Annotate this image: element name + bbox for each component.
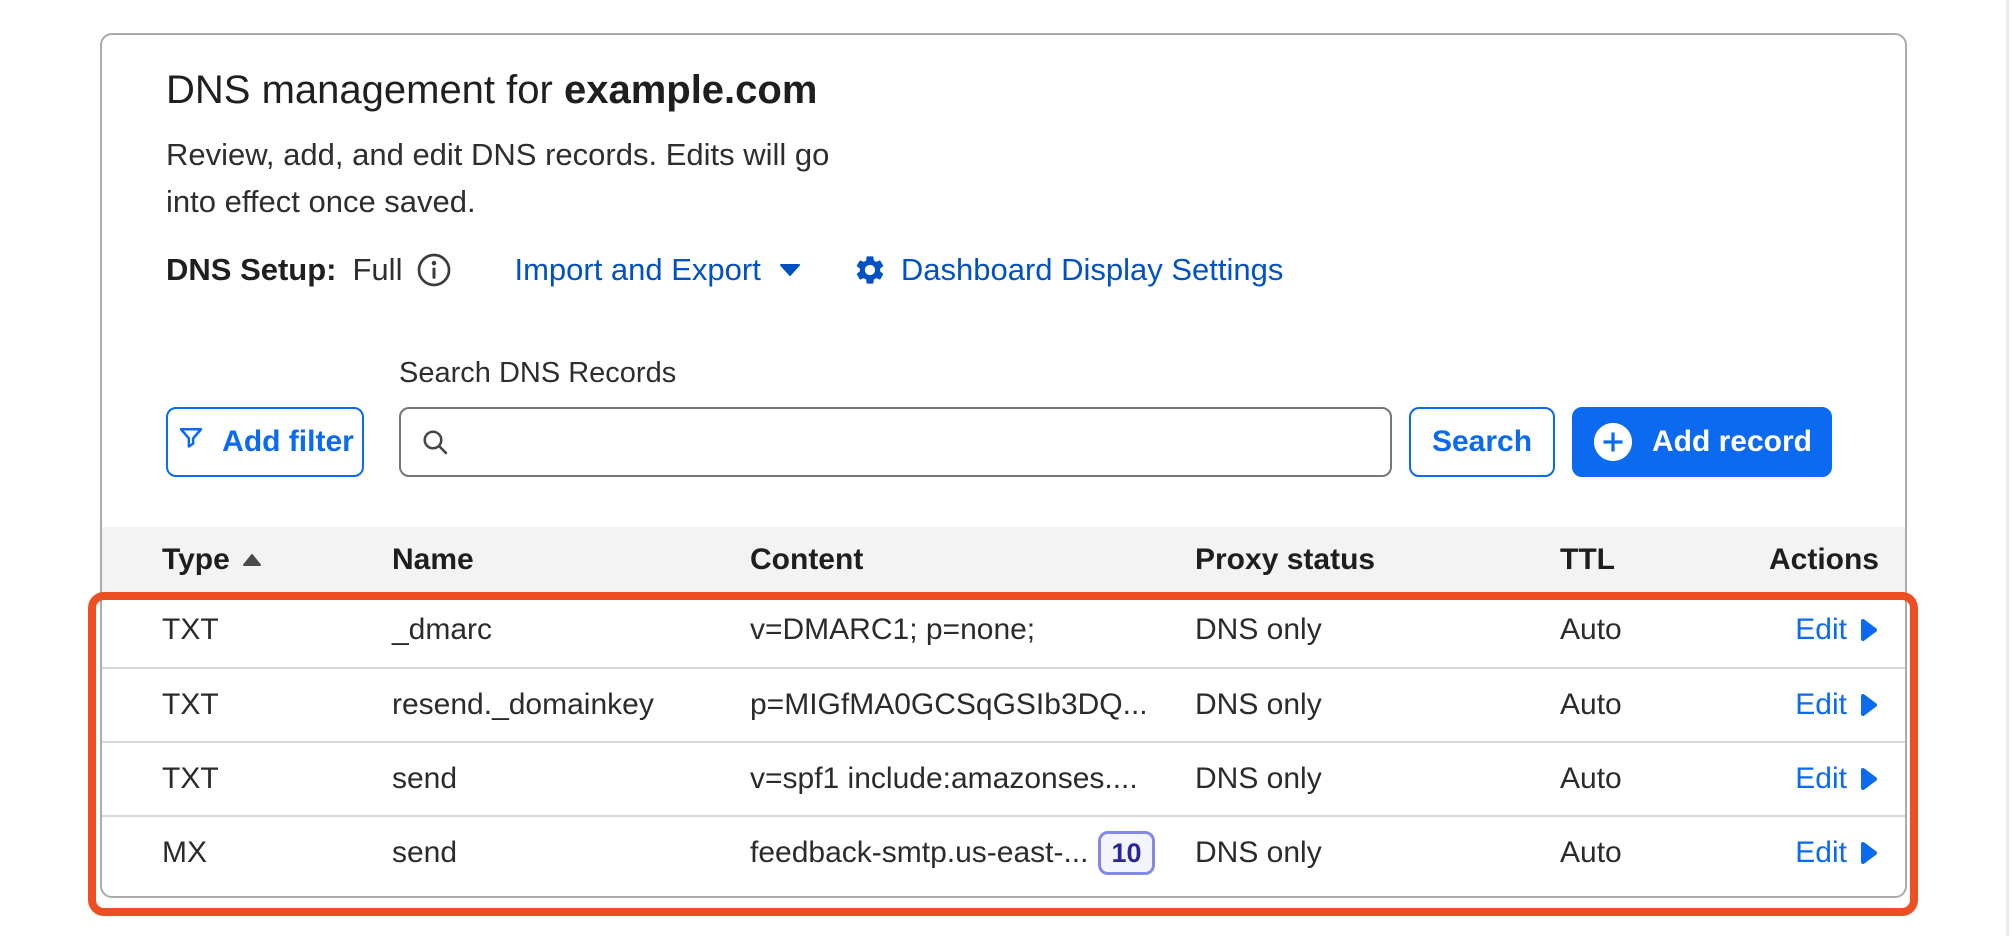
dns-setup-label: DNS Setup: bbox=[166, 252, 337, 288]
record-name: resend._domainkey bbox=[392, 688, 750, 722]
table-body: TXT _dmarc v=DMARC1; p=none; DNS only Au… bbox=[102, 593, 1905, 889]
record-content-text: feedback-smtp.us-east-... bbox=[750, 836, 1088, 870]
record-content-text: v=DMARC1; p=none; bbox=[750, 613, 1035, 647]
column-header-proxy-status: Proxy status bbox=[1195, 543, 1560, 577]
page-right-edge-divider bbox=[2006, 0, 2009, 936]
dns-management-page: DNS management for example.com Review, a… bbox=[0, 0, 2012, 936]
dns-management-card: DNS management for example.com Review, a… bbox=[100, 33, 1907, 898]
search-button[interactable]: Search bbox=[1409, 407, 1555, 477]
edit-arrow-icon bbox=[1859, 692, 1879, 718]
record-name: _dmarc bbox=[392, 613, 750, 647]
info-circle-icon[interactable] bbox=[416, 252, 452, 288]
page-title: DNS management for example.com bbox=[166, 65, 817, 115]
column-header-ttl: TTL bbox=[1560, 543, 1762, 577]
column-header-content: Content bbox=[750, 543, 1195, 577]
priority-badge: 10 bbox=[1098, 831, 1154, 875]
record-content: p=MIGfMA0GCSqGSIb3DQ... bbox=[750, 688, 1195, 722]
edit-label: Edit bbox=[1795, 688, 1847, 722]
record-proxy-status: DNS only bbox=[1195, 836, 1560, 870]
record-proxy-status: DNS only bbox=[1195, 688, 1560, 722]
edit-label: Edit bbox=[1795, 836, 1847, 870]
add-filter-button[interactable]: Add filter bbox=[166, 407, 364, 477]
edit-arrow-icon bbox=[1859, 840, 1879, 866]
search-button-label: Search bbox=[1432, 425, 1532, 459]
record-ttl: Auto bbox=[1560, 613, 1762, 647]
dns-records-table: Type Name Content Proxy status TTL Actio… bbox=[102, 527, 1905, 889]
table-row: TXT resend._domainkey p=MIGfMA0GCSqGSIb3… bbox=[102, 667, 1905, 741]
filter-icon bbox=[176, 423, 206, 461]
table-row: TXT send v=spf1 include:amazonses.... DN… bbox=[102, 741, 1905, 815]
record-name: send bbox=[392, 762, 750, 796]
edit-record-link[interactable]: Edit bbox=[1795, 613, 1879, 647]
edit-record-link[interactable]: Edit bbox=[1795, 762, 1879, 796]
table-row: MX send feedback-smtp.us-east-... 10 DNS… bbox=[102, 815, 1905, 889]
record-ttl: Auto bbox=[1560, 836, 1762, 870]
dashboard-display-settings-label: Dashboard Display Settings bbox=[901, 252, 1284, 288]
record-type: TXT bbox=[102, 613, 392, 647]
add-record-button[interactable]: Add record bbox=[1572, 407, 1832, 477]
edit-arrow-icon bbox=[1859, 766, 1879, 792]
page-title-prefix: DNS management for bbox=[166, 68, 564, 112]
dns-setup-value: Full bbox=[353, 252, 403, 288]
record-proxy-status: DNS only bbox=[1195, 762, 1560, 796]
edit-label: Edit bbox=[1795, 613, 1847, 647]
record-proxy-status: DNS only bbox=[1195, 613, 1560, 647]
search-field-label: Search DNS Records bbox=[399, 357, 676, 390]
column-header-type[interactable]: Type bbox=[102, 543, 392, 577]
search-input[interactable] bbox=[399, 407, 1392, 477]
column-header-actions: Actions bbox=[1762, 543, 1905, 577]
record-content-text: p=MIGfMA0GCSqGSIb3DQ... bbox=[750, 688, 1148, 722]
edit-arrow-icon bbox=[1859, 617, 1879, 643]
dns-setup-row: DNS Setup: Full Import and Export bbox=[166, 247, 1283, 293]
search-field-wrap bbox=[399, 407, 1392, 477]
page-subtitle: Review, add, and edit DNS records. Edits… bbox=[166, 131, 866, 225]
plus-circle-icon bbox=[1592, 421, 1634, 463]
record-content: v=DMARC1; p=none; bbox=[750, 613, 1195, 647]
record-ttl: Auto bbox=[1560, 688, 1762, 722]
record-name: send bbox=[392, 836, 750, 870]
edit-record-link[interactable]: Edit bbox=[1795, 688, 1879, 722]
table-header-row: Type Name Content Proxy status TTL Actio… bbox=[102, 527, 1905, 593]
record-content: feedback-smtp.us-east-... 10 bbox=[750, 831, 1195, 875]
add-filter-label: Add filter bbox=[222, 425, 354, 459]
record-type: TXT bbox=[102, 688, 392, 722]
record-ttl: Auto bbox=[1560, 762, 1762, 796]
sort-ascending-icon bbox=[242, 553, 262, 567]
page-title-domain: example.com bbox=[564, 68, 817, 112]
dashboard-display-settings-link[interactable]: Dashboard Display Settings bbox=[853, 252, 1284, 288]
record-content: v=spf1 include:amazonses.... bbox=[750, 762, 1195, 796]
add-record-label: Add record bbox=[1652, 425, 1812, 459]
import-export-dropdown[interactable]: Import and Export bbox=[514, 252, 800, 288]
chevron-down-icon bbox=[779, 263, 801, 277]
edit-record-link[interactable]: Edit bbox=[1795, 836, 1879, 870]
table-row: TXT _dmarc v=DMARC1; p=none; DNS only Au… bbox=[102, 593, 1905, 667]
edit-label: Edit bbox=[1795, 762, 1847, 796]
gear-icon bbox=[853, 253, 887, 287]
import-export-label: Import and Export bbox=[514, 252, 760, 288]
record-type: MX bbox=[102, 836, 392, 870]
column-header-name: Name bbox=[392, 543, 750, 577]
record-type: TXT bbox=[102, 762, 392, 796]
record-content-text: v=spf1 include:amazonses.... bbox=[750, 762, 1138, 796]
